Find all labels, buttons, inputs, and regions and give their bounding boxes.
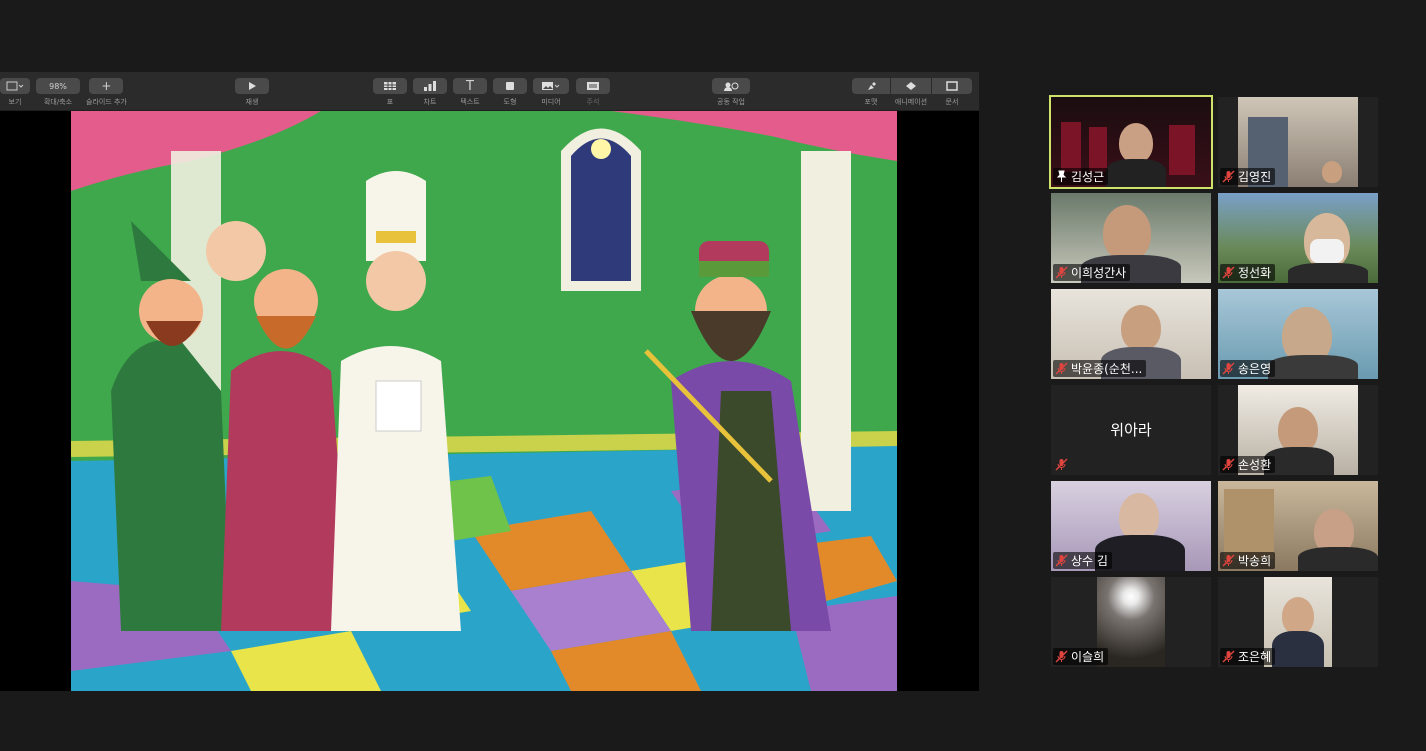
table-icon: [373, 78, 407, 94]
toolbar-comment[interactable]: 주석: [576, 78, 610, 107]
animate-icon: [891, 78, 931, 94]
participant-name-tag: 김영진: [1220, 168, 1276, 185]
participant-name-tag: [1053, 456, 1075, 473]
participant-name-tag: 상수 김: [1053, 552, 1112, 569]
paintbrush-icon: [852, 78, 890, 94]
toolbar-text[interactable]: T 텍스트: [453, 78, 487, 107]
muted-mic-icon: [1055, 266, 1068, 279]
muted-mic-icon: [1055, 650, 1068, 663]
toolbar-zoom[interactable]: 98% 확대/축소: [36, 78, 80, 107]
shared-screen: 보기 98% 확대/축소 + 슬라이드 추가 재생 표 차트 T 텍스트 도형 …: [0, 72, 979, 691]
participant-name-tag: 김성근: [1053, 168, 1109, 185]
toolbar-play[interactable]: 재생: [235, 78, 269, 107]
muted-mic-icon: [1222, 362, 1235, 375]
plus-icon: +: [89, 78, 124, 94]
participant-tile[interactable]: 송은영: [1218, 289, 1378, 379]
comment-icon: [576, 78, 610, 94]
participant-name-tag: 송은영: [1220, 360, 1276, 377]
muted-mic-icon: [1055, 362, 1068, 375]
participant-tile[interactable]: 위아라: [1051, 385, 1211, 475]
toolbar-document[interactable]: 문서: [932, 78, 972, 107]
keynote-toolbar: 보기 98% 확대/축소 + 슬라이드 추가 재생 표 차트 T 텍스트 도형 …: [0, 72, 979, 111]
participant-tile[interactable]: 상수 김: [1051, 481, 1211, 571]
pin-icon: [1055, 170, 1068, 183]
participant-name-tag: 정선화: [1220, 264, 1276, 281]
muted-mic-icon: [1222, 650, 1235, 663]
toolbar-animate[interactable]: 애니메이션: [891, 78, 931, 107]
toolbar-collaborate[interactable]: 공동 작업: [712, 78, 750, 107]
shape-icon: [493, 78, 527, 94]
muted-mic-icon: [1222, 554, 1235, 567]
zoom-select[interactable]: 98%: [36, 78, 80, 94]
participant-name-tag: 조은혜: [1220, 648, 1276, 665]
toolbar-format[interactable]: 포맷: [852, 78, 890, 107]
slide-canvas: [71, 111, 897, 691]
muted-mic-icon: [1055, 554, 1068, 567]
muted-mic-icon: [1222, 266, 1235, 279]
text-icon: T: [453, 78, 487, 94]
participant-tile[interactable]: 김영진: [1218, 97, 1378, 187]
participant-name-tag: 박윤종(순천...: [1053, 360, 1147, 377]
participant-tile[interactable]: 박송희: [1218, 481, 1378, 571]
participant-tile[interactable]: 정선화: [1218, 193, 1378, 283]
play-icon: [235, 78, 269, 94]
muted-mic-icon: [1222, 170, 1235, 183]
slide-illustration: [71, 111, 897, 691]
participant-name-tag: 이슬희: [1053, 648, 1109, 665]
chart-icon: [413, 78, 447, 94]
muted-mic-icon: [1222, 458, 1235, 471]
participant-video-off-name: 위아라: [1110, 421, 1152, 439]
media-icon: [533, 78, 569, 94]
participant-tile[interactable]: 박윤종(순천...: [1051, 289, 1211, 379]
toolbar-table[interactable]: 표: [373, 78, 407, 107]
muted-mic-icon: [1055, 458, 1068, 471]
collaborate-icon: [712, 78, 750, 94]
participant-name-tag: 이희성간사: [1053, 264, 1131, 281]
toolbar-media[interactable]: 미디어: [533, 78, 569, 107]
toolbar-shape[interactable]: 도형: [493, 78, 527, 107]
participant-tile[interactable]: 김성근: [1049, 95, 1213, 189]
view-icon: [0, 78, 30, 94]
toolbar-chart[interactable]: 차트: [413, 78, 447, 107]
toolbar-view[interactable]: 보기: [0, 78, 30, 107]
participant-tile[interactable]: 조은혜: [1218, 577, 1378, 667]
participant-name-tag: 박송희: [1220, 552, 1276, 569]
participant-name-tag: 손성환: [1220, 456, 1276, 473]
participant-tile[interactable]: 이희성간사: [1051, 193, 1211, 283]
participant-tile[interactable]: 이슬희: [1051, 577, 1211, 667]
toolbar-add-slide[interactable]: + 슬라이드 추가: [86, 78, 127, 107]
document-icon: [932, 78, 972, 94]
participant-tile[interactable]: 손성환: [1218, 385, 1378, 475]
